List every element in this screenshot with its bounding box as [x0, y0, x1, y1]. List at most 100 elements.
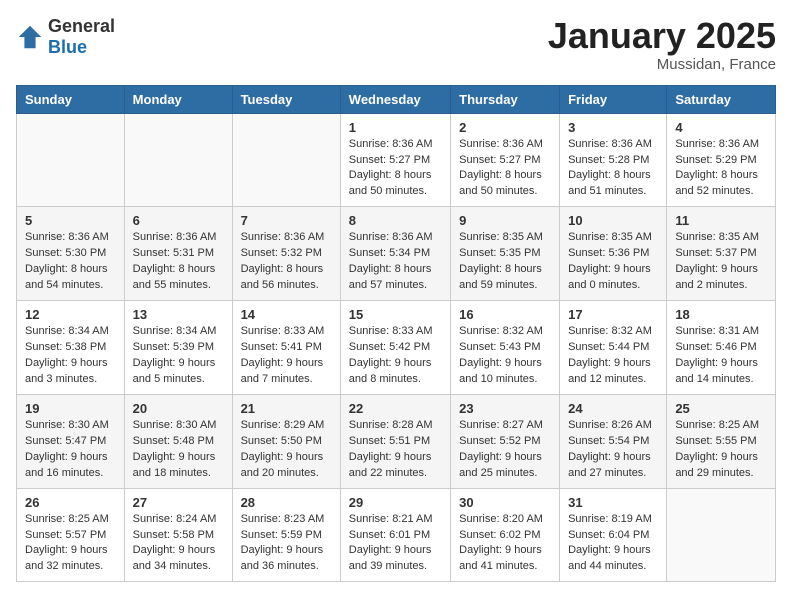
day-number: 27	[133, 495, 224, 510]
calendar-cell: 25 Sunrise: 8:25 AM Sunset: 5:55 PM Dayli…	[667, 394, 776, 488]
day-number: 2	[459, 120, 551, 135]
calendar-cell: 1Sunrise: 8:36 AM Sunset: 5:27 PM Daylig…	[340, 113, 450, 207]
day-number: 23	[459, 401, 551, 416]
day-number: 24	[568, 401, 658, 416]
weekday-header-wednesday: Wednesday	[340, 85, 450, 113]
logo-general: General	[48, 16, 115, 36]
calendar-cell: 8 Sunrise: 8:36 AM Sunset: 5:34 PM Daylig…	[340, 207, 450, 301]
day-info: Sunrise: 8:27 AM Sunset: 5:52 PM Dayligh…	[459, 418, 551, 482]
location-title: Mussidan, France	[548, 56, 776, 73]
weekday-header-tuesday: Tuesday	[232, 85, 340, 113]
weekday-header-sunday: Sunday	[17, 85, 125, 113]
calendar-cell: 10Sunrise: 8:35 AM Sunset: 5:36 PM Dayli…	[560, 207, 667, 301]
day-number: 15	[349, 307, 442, 322]
day-number: 18	[675, 307, 767, 322]
day-info: Sunrise: 8:34 AM Sunset: 5:38 PM Dayligh…	[25, 324, 116, 388]
calendar-cell: 30 Sunrise: 8:20 AM Sunset: 6:02 PM Dayli…	[451, 488, 560, 582]
day-info: Sunrise: 8:32 AM Sunset: 5:43 PM Dayligh…	[459, 324, 551, 388]
calendar-week-1: 1 Sunrise: 8:36 AM Sunset: 5:27 PM Daylig…	[17, 113, 776, 207]
calendar-cell: 18 Sunrise: 8:31 AM Sunset: 5:46 PM Dayli…	[667, 301, 776, 395]
day-info: Sunrise: 8:26 AM Sunset: 5:54 PM Dayligh…	[568, 418, 658, 482]
day-number: 11	[675, 213, 767, 228]
calendar-cell: 21Sunrise: 8:29 AM Sunset: 5:50 PM Dayli…	[232, 394, 340, 488]
day-number: 25	[675, 401, 767, 416]
logo: General Blue	[16, 16, 115, 58]
calendar-cell: 31 Sunrise: 8:19 AM Sunset: 6:04 PM Dayli…	[560, 488, 667, 582]
day-info: Sunrise: 8:33 AM Sunset: 5:41 PM Dayligh…	[241, 324, 332, 388]
calendar-cell: 28 Sunrise: 8:23 AM Sunset: 5:59 PM Dayli…	[232, 488, 340, 582]
title-block: January 2025 Mussidan, France	[548, 16, 776, 73]
calendar-cell: 15 Sunrise: 8:33 AM Sunset: 5:42 PM Dayli…	[340, 301, 450, 395]
day-info: Sunrise: 8:19 AM Sunset: 6:04 PM Dayligh…	[568, 512, 658, 576]
weekday-header-row: SundayMondayTuesdayWednesdayThursdayFrid…	[17, 85, 776, 113]
day-number: 4	[675, 120, 767, 135]
day-number: 21	[241, 401, 332, 416]
day-number: 30	[459, 495, 551, 510]
day-number: 17	[568, 307, 658, 322]
day-number: 5	[25, 213, 116, 228]
calendar-cell: 29Sunrise: 8:21 AM Sunset: 6:01 PM Dayli…	[340, 488, 450, 582]
day-info: Sunrise: 8:36 AM Sunset: 5:30 PM Dayligh…	[25, 230, 116, 294]
day-info: Sunrise: 8:36 AM Sunset: 5:29 PM Dayligh…	[675, 137, 767, 201]
day-number: 19	[25, 401, 116, 416]
day-info: Sunrise: 8:34 AM Sunset: 5:39 PM Dayligh…	[133, 324, 224, 388]
day-info: Sunrise: 8:32 AM Sunset: 5:44 PM Dayligh…	[568, 324, 658, 388]
calendar-cell: 26 Sunrise: 8:25 AM Sunset: 5:57 PM Dayli…	[17, 488, 125, 582]
day-info: Sunrise: 8:24 AM Sunset: 5:58 PM Dayligh…	[133, 512, 224, 576]
day-number: 16	[459, 307, 551, 322]
calendar-cell: 20Sunrise: 8:30 AM Sunset: 5:48 PM Dayli…	[124, 394, 232, 488]
calendar-cell	[667, 488, 776, 582]
calendar-week-5: 26 Sunrise: 8:25 AM Sunset: 5:57 PM Dayli…	[17, 488, 776, 582]
weekday-header-thursday: Thursday	[451, 85, 560, 113]
month-title: January 2025	[548, 16, 776, 56]
day-number: 22	[349, 401, 442, 416]
page-header: General Blue January 2025 Mussidan, Fran…	[16, 16, 776, 73]
day-info: Sunrise: 8:35 AM Sunset: 5:37 PM Dayligh…	[675, 230, 767, 294]
calendar-cell: 27 Sunrise: 8:24 AM Sunset: 5:58 PM Dayli…	[124, 488, 232, 582]
calendar-cell	[124, 113, 232, 207]
day-number: 9	[459, 213, 551, 228]
day-number: 6	[133, 213, 224, 228]
calendar-cell: 6Sunrise: 8:36 AM Sunset: 5:31 PM Daylig…	[124, 207, 232, 301]
day-info: Sunrise: 8:33 AM Sunset: 5:42 PM Dayligh…	[349, 324, 442, 388]
calendar-cell: 19 Sunrise: 8:30 AM Sunset: 5:47 PM Dayli…	[17, 394, 125, 488]
day-number: 26	[25, 495, 116, 510]
calendar-cell: 7Sunrise: 8:36 AM Sunset: 5:32 PM Daylig…	[232, 207, 340, 301]
calendar-cell: 23 Sunrise: 8:27 AM Sunset: 5:52 PM Dayli…	[451, 394, 560, 488]
day-info: Sunrise: 8:30 AM Sunset: 5:47 PM Dayligh…	[25, 418, 116, 482]
day-info: Sunrise: 8:20 AM Sunset: 6:02 PM Dayligh…	[459, 512, 551, 576]
calendar-cell: 12Sunrise: 8:34 AM Sunset: 5:38 PM Dayli…	[17, 301, 125, 395]
day-number: 28	[241, 495, 332, 510]
calendar-cell: 16 Sunrise: 8:32 AM Sunset: 5:43 PM Dayli…	[451, 301, 560, 395]
calendar-cell: 3Sunrise: 8:36 AM Sunset: 5:28 PM Daylig…	[560, 113, 667, 207]
day-number: 10	[568, 213, 658, 228]
calendar-table: SundayMondayTuesdayWednesdayThursdayFrid…	[16, 85, 776, 583]
calendar-week-3: 12Sunrise: 8:34 AM Sunset: 5:38 PM Dayli…	[17, 301, 776, 395]
day-info: Sunrise: 8:23 AM Sunset: 5:59 PM Dayligh…	[241, 512, 332, 576]
day-number: 1	[349, 120, 442, 135]
day-info: Sunrise: 8:36 AM Sunset: 5:27 PM Dayligh…	[459, 137, 551, 201]
calendar-cell: 24 Sunrise: 8:26 AM Sunset: 5:54 PM Dayli…	[560, 394, 667, 488]
weekday-header-monday: Monday	[124, 85, 232, 113]
calendar-cell	[232, 113, 340, 207]
logo-blue: Blue	[48, 37, 87, 57]
calendar-cell: 9Sunrise: 8:35 AM Sunset: 5:35 PM Daylig…	[451, 207, 560, 301]
day-number: 29	[349, 495, 442, 510]
day-number: 31	[568, 495, 658, 510]
calendar-week-2: 5 Sunrise: 8:36 AM Sunset: 5:30 PM Daylig…	[17, 207, 776, 301]
day-number: 8	[349, 213, 442, 228]
day-info: Sunrise: 8:36 AM Sunset: 5:34 PM Dayligh…	[349, 230, 442, 294]
day-info: Sunrise: 8:25 AM Sunset: 5:55 PM Dayligh…	[675, 418, 767, 482]
day-number: 3	[568, 120, 658, 135]
calendar-cell: 11 Sunrise: 8:35 AM Sunset: 5:37 PM Dayli…	[667, 207, 776, 301]
logo-icon	[16, 23, 44, 51]
weekday-header-saturday: Saturday	[667, 85, 776, 113]
day-number: 20	[133, 401, 224, 416]
calendar-cell: 14 Sunrise: 8:33 AM Sunset: 5:41 PM Dayli…	[232, 301, 340, 395]
calendar-cell: 5 Sunrise: 8:36 AM Sunset: 5:30 PM Daylig…	[17, 207, 125, 301]
weekday-header-friday: Friday	[560, 85, 667, 113]
day-info: Sunrise: 8:25 AM Sunset: 5:57 PM Dayligh…	[25, 512, 116, 576]
day-info: Sunrise: 8:31 AM Sunset: 5:46 PM Dayligh…	[675, 324, 767, 388]
calendar-cell: 17 Sunrise: 8:32 AM Sunset: 5:44 PM Dayli…	[560, 301, 667, 395]
day-number: 14	[241, 307, 332, 322]
